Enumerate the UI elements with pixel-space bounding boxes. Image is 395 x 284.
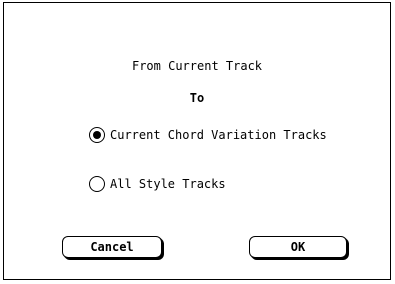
copy-track-dialog: From Current Track To Current Chord Vari… xyxy=(3,2,391,280)
ok-button[interactable]: OK xyxy=(249,236,347,258)
cancel-button[interactable]: Cancel xyxy=(62,236,162,258)
radio-button-selected[interactable] xyxy=(89,127,105,143)
option-label: All Style Tracks xyxy=(110,177,226,191)
option-all-style-tracks[interactable]: All Style Tracks xyxy=(89,175,226,193)
option-label: Current Chord Variation Tracks xyxy=(110,128,327,142)
option-current-chord-variation-tracks[interactable]: Current Chord Variation Tracks xyxy=(89,126,327,144)
radio-button-unselected[interactable] xyxy=(89,176,105,192)
radio-selected-dot xyxy=(93,131,101,139)
dialog-heading-to: To xyxy=(189,91,205,105)
dialog-heading-from: From Current Track xyxy=(131,59,263,73)
